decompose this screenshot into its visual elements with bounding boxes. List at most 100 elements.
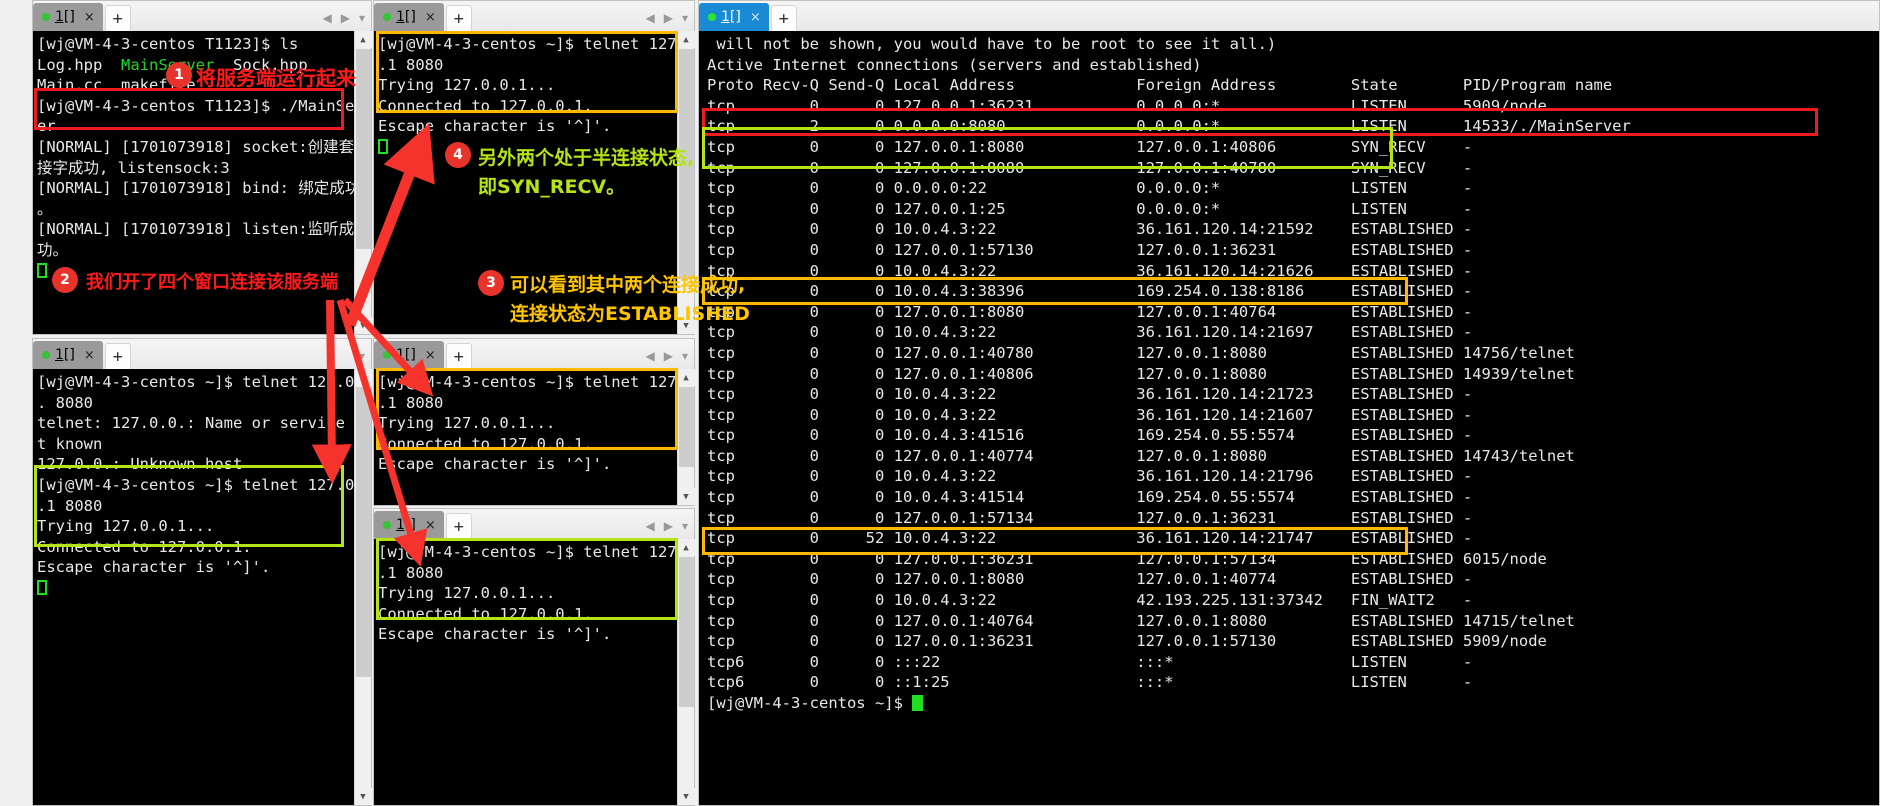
terminal-line: er xyxy=(37,117,56,136)
terminal-telnet-left-output[interactable]: [wj@VM-4-3-centos ~]$ telnet 127.0.0 . 80… xyxy=(33,369,354,805)
new-tab-button[interactable]: + xyxy=(104,5,131,31)
tabbar-telnet-left[interactable]: 1[] × + ▾ xyxy=(33,339,371,369)
close-icon[interactable]: × xyxy=(84,348,95,363)
window-telnet-left[interactable]: 1[] × + ▾ [wj@VM-4-3-centos ~]$ telnet 1… xyxy=(32,338,372,806)
chevron-left-icon[interactable]: ◀ xyxy=(646,11,655,25)
scrollbar-thumb[interactable] xyxy=(356,49,371,249)
chevron-right-icon[interactable]: ▶ xyxy=(664,519,673,533)
tab-status-dot xyxy=(42,13,50,21)
table-row: tcp 0 0 127.0.0.1:36231 127.0.0.1:57134 … xyxy=(707,549,1547,568)
terminal-line: Active Internet connections (servers and… xyxy=(707,55,1202,74)
tab-nav[interactable]: ◀ ▶ ▾ xyxy=(646,349,689,363)
tabbar-server[interactable]: 1[] × + ◀ ▶ ▾ xyxy=(33,1,371,31)
terminal-telnet-mid-2-output[interactable]: [wj@VM-4-3-centos ~]$ telnet 127.0.0 .1 8… xyxy=(374,369,677,505)
scrollbar-telnet-mid-2[interactable]: ▲ ▼ xyxy=(677,369,695,505)
scroll-down-icon[interactable]: ▼ xyxy=(354,788,372,805)
table-row: tcp 0 0 10.0.4.3:41514 169.254.0.55:5574… xyxy=(707,488,1473,507)
scroll-down-icon[interactable]: ▼ xyxy=(677,788,695,805)
terminal-line: .1 8080 xyxy=(378,563,444,582)
new-tab-button[interactable]: + xyxy=(445,513,472,539)
terminal-line: Trying 127.0.0.1... xyxy=(378,76,556,95)
scrollbar-thumb[interactable] xyxy=(679,557,694,707)
scrollbar-thumb[interactable] xyxy=(356,387,371,677)
scrollbar-telnet-left[interactable]: ▲ ▼ xyxy=(354,369,372,805)
tabbar-telnet-mid-3[interactable]: 1[] × + ◀ ▶ ▾ xyxy=(374,509,694,539)
scroll-up-icon[interactable]: ▲ xyxy=(677,369,695,386)
window-netstat[interactable]: 1[] × + will not be shown, you would hav… xyxy=(698,0,1880,806)
chevron-right-icon[interactable]: ▶ xyxy=(664,11,673,25)
scroll-up-icon[interactable]: ▲ xyxy=(354,31,372,48)
chevron-right-icon[interactable]: ▶ xyxy=(664,349,673,363)
chevron-left-icon[interactable]: ◀ xyxy=(646,349,655,363)
annotation-number: 2 xyxy=(60,272,70,288)
annotation-text-3-line2: 连接状态为ESTABLISHED xyxy=(510,303,750,325)
tab-label: 1[] xyxy=(721,9,741,25)
close-icon[interactable]: × xyxy=(750,10,761,25)
scroll-up-icon[interactable]: ▲ xyxy=(677,31,695,48)
terminal-line: [wj@VM-4-3-centos ~]$ telnet 127.0.0 xyxy=(378,373,677,391)
terminal-cursor-line xyxy=(37,578,354,599)
chevron-down-icon[interactable]: ▾ xyxy=(682,11,688,25)
annotation-text-1: 将服务端运行起来 xyxy=(196,66,356,90)
scroll-up-icon[interactable]: ▲ xyxy=(354,369,372,386)
close-icon[interactable]: × xyxy=(425,348,436,363)
annotation-marker-4: 4 xyxy=(445,142,471,168)
window-telnet-mid-2[interactable]: 1[] × + ◀ ▶ ▾ [wj@VM-4-3-centos ~]$ teln… xyxy=(373,338,695,506)
scrollbar-telnet-mid-3[interactable]: ▲ ▼ xyxy=(677,539,695,805)
new-tab-button[interactable]: + xyxy=(104,343,131,369)
table-row: tcp 0 0 127.0.0.1:40780 127.0.0.1:8080 E… xyxy=(707,343,1575,362)
table-row: tcp 0 0 127.0.0.1:40764 127.0.0.1:8080 E… xyxy=(707,611,1575,630)
annotation-marker-2: 2 xyxy=(52,267,78,293)
chevron-down-icon[interactable]: ▾ xyxy=(682,519,688,533)
tab-nav[interactable]: ▾ xyxy=(359,349,365,363)
table-row: tcp 0 0 10.0.4.3:22 36.161.120.14:21697 … xyxy=(707,323,1473,342)
terminal-line: Connected to 127.0.0.1. xyxy=(37,537,252,556)
tab-telnet-left[interactable]: 1[] × xyxy=(33,341,103,369)
scrollbar-server[interactable]: ▲ ▼ xyxy=(354,31,372,334)
new-tab-button[interactable]: + xyxy=(770,5,797,31)
tabbar-telnet-mid-2[interactable]: 1[] × + ◀ ▶ ▾ xyxy=(374,339,694,369)
chevron-down-icon[interactable]: ▾ xyxy=(359,11,365,25)
terminal-line: Proto Recv-Q Send-Q Local Address Foreig… xyxy=(707,76,1613,95)
chevron-down-icon[interactable]: ▾ xyxy=(359,349,365,363)
terminal-line: Connected to 127.0.0.1. xyxy=(378,434,593,453)
terminal-telnet-mid-3-output[interactable]: [wj@VM-4-3-centos ~]$ telnet 127.0.0 .1 8… xyxy=(374,539,677,805)
tab-telnet-mid-2[interactable]: 1[] × xyxy=(374,341,444,369)
table-row: tcp 2 0 0.0.0.0:8080 0.0.0.0:* LISTEN 14… xyxy=(707,117,1631,136)
scroll-up-icon[interactable]: ▲ xyxy=(677,539,695,556)
tab-telnet-mid-1[interactable]: 1[] × xyxy=(374,3,444,31)
chevron-down-icon[interactable]: ▾ xyxy=(682,349,688,363)
chevron-left-icon[interactable]: ◀ xyxy=(646,519,655,533)
annotation-text-4-line1: 另外两个处于半连接状态, xyxy=(478,147,695,169)
table-row: tcp6 0 0 :::22 :::* LISTEN - xyxy=(707,652,1473,671)
scroll-down-icon[interactable]: ▼ xyxy=(677,488,695,505)
close-icon[interactable]: × xyxy=(84,10,95,25)
chevron-left-icon[interactable]: ◀ xyxy=(323,11,332,25)
table-row: tcp 0 0 10.0.4.3:22 36.161.120.14:21592 … xyxy=(707,220,1473,239)
window-telnet-mid-3[interactable]: 1[] × + ◀ ▶ ▾ [wj@VM-4-3-centos ~]$ teln… xyxy=(373,508,695,806)
terminal-line: [wj@VM-4-3-centos ~]$ telnet 127.0.0 xyxy=(37,475,354,494)
terminal-line: Trying 127.0.0.1... xyxy=(378,414,556,433)
terminal-line: will not be shown, you would have to be … xyxy=(707,35,1277,53)
table-row: tcp 0 0 127.0.0.1:8080 127.0.0.1:40774 E… xyxy=(707,570,1473,589)
tab-nav[interactable]: ◀ ▶ ▾ xyxy=(646,11,689,25)
tab-telnet-mid-3[interactable]: 1[] × xyxy=(374,511,444,539)
close-icon[interactable]: × xyxy=(425,10,436,25)
tab-nav[interactable]: ◀ ▶ ▾ xyxy=(646,519,689,533)
annotation-number: 4 xyxy=(453,147,463,163)
new-tab-button[interactable]: + xyxy=(445,343,472,369)
terminal-netstat-output[interactable]: will not be shown, you would have to be … xyxy=(699,31,1879,805)
tab-nav[interactable]: ◀ ▶ ▾ xyxy=(323,11,366,25)
scroll-down-icon[interactable]: ▼ xyxy=(354,317,372,334)
tabbar-netstat[interactable]: 1[] × + xyxy=(699,1,1879,31)
close-icon[interactable]: × xyxy=(425,518,436,533)
tab-label: 1[] xyxy=(396,347,416,363)
terminal-line: .1 8080 xyxy=(378,55,444,74)
chevron-right-icon[interactable]: ▶ xyxy=(341,11,350,25)
tabbar-telnet-mid-1[interactable]: 1[] × + ◀ ▶ ▾ xyxy=(374,1,694,31)
annotation-number: 3 xyxy=(486,275,496,291)
new-tab-button[interactable]: + xyxy=(445,5,472,31)
tab-netstat[interactable]: 1[] × xyxy=(699,3,769,31)
tab-server[interactable]: 1[] × xyxy=(33,3,103,31)
scrollbar-thumb[interactable] xyxy=(679,387,694,467)
